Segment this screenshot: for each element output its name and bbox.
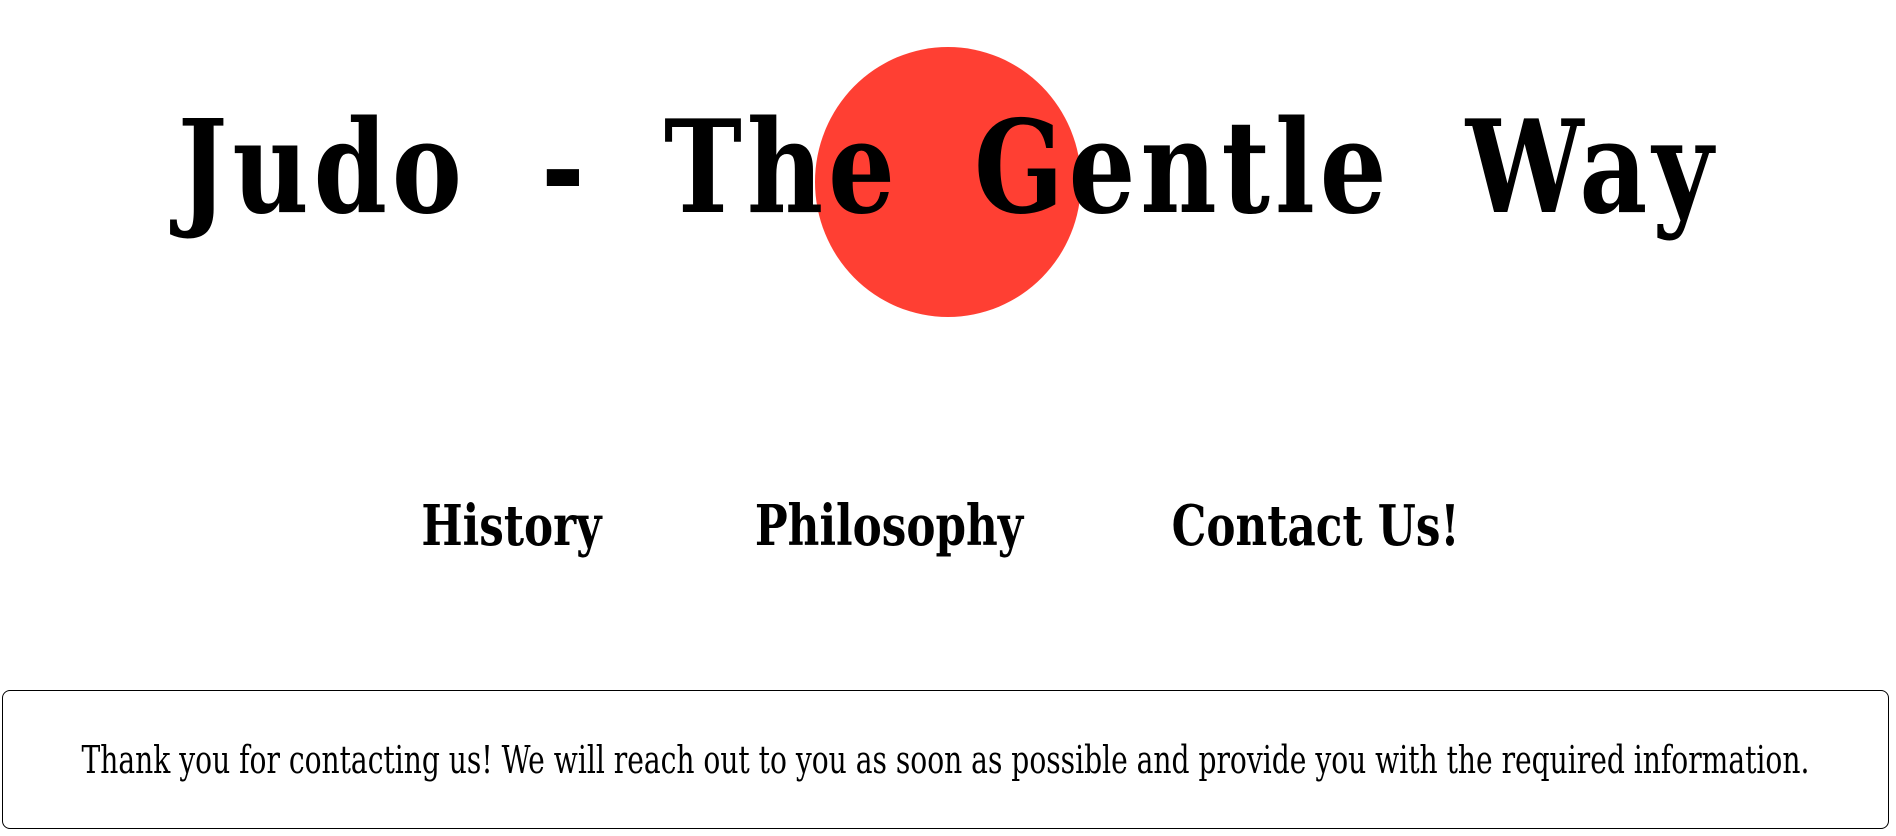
confirmation-panel: Thank you for contacting us! We will rea… bbox=[2, 690, 1889, 829]
nav-link-philosophy[interactable]: Philosophy bbox=[755, 488, 1023, 564]
confirmation-message: Thank you for contacting us! We will rea… bbox=[81, 737, 1810, 782]
nav-link-history[interactable]: History bbox=[421, 488, 601, 564]
site-title: Judo - The Gentle Way bbox=[177, 93, 1719, 243]
main-nav: History Philosophy Contact Us! bbox=[0, 488, 1896, 564]
nav-link-contact-us[interactable]: Contact Us! bbox=[1172, 488, 1460, 564]
